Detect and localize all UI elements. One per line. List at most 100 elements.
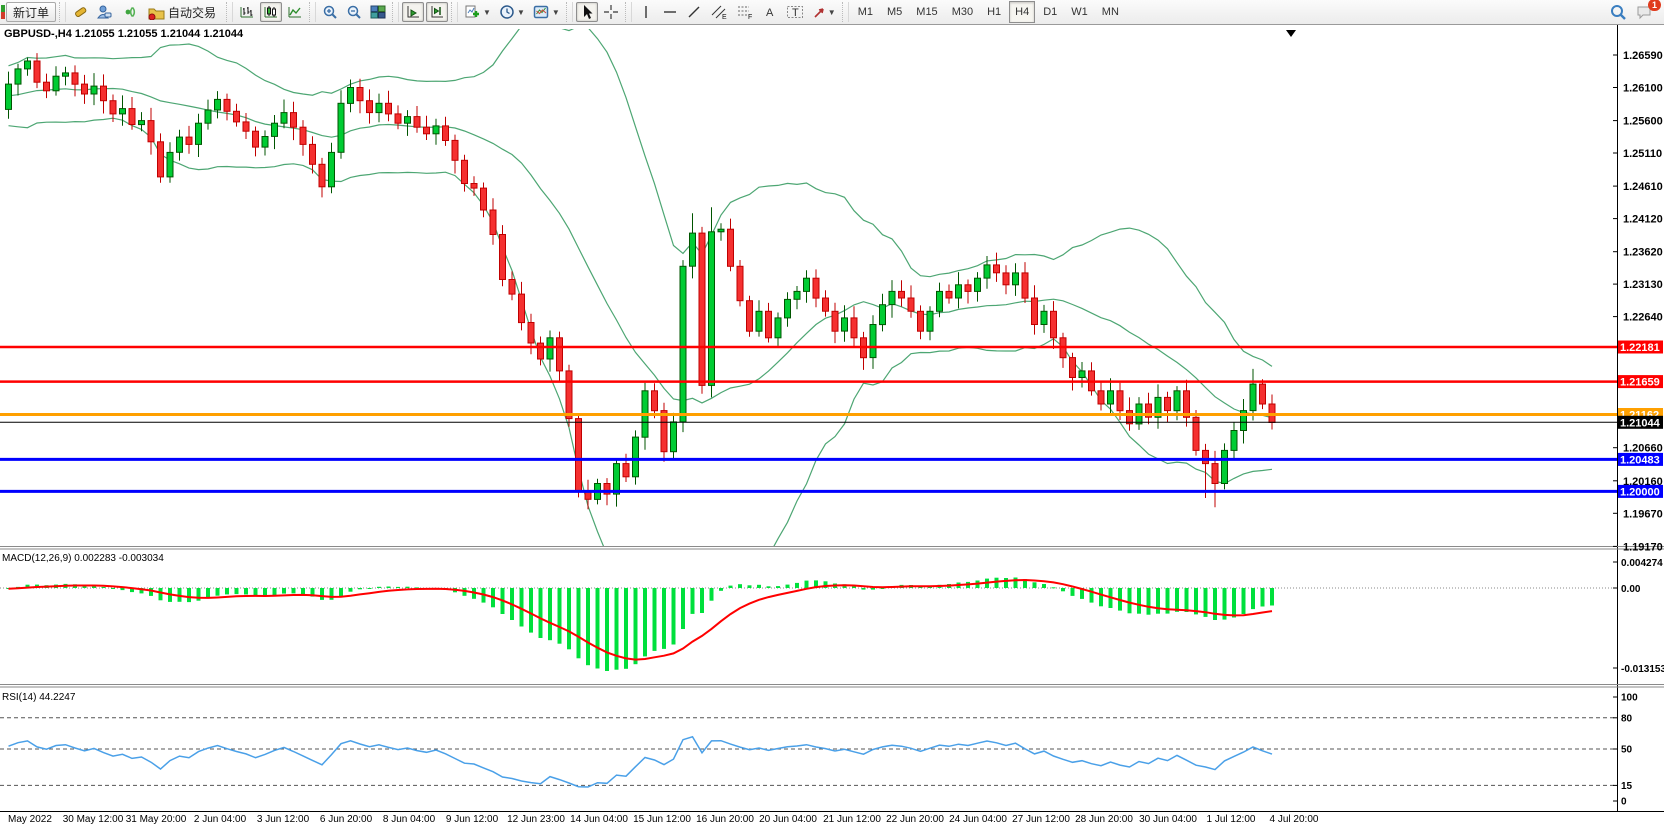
rsi-tick-label: 50 [1621,745,1633,756]
price-tick-label: 1.26590 [1623,50,1663,62]
macd-bar [615,588,619,670]
candle-body [557,338,563,371]
macd-bar [1061,588,1065,591]
tab-timeframe-mn[interactable]: MN [1096,1,1125,23]
candle-body [148,121,154,142]
chart-shift-button[interactable] [426,2,448,22]
zoom-out-button[interactable] [343,2,365,22]
tab-timeframe-m5[interactable]: M5 [881,1,908,23]
templates-button[interactable]: ▼ [530,2,563,22]
tab-timeframe-w1[interactable]: W1 [1065,1,1094,23]
candle-body [395,114,401,123]
macd-bar [263,588,267,596]
candle-body [889,291,895,304]
candle-body [528,323,534,344]
window-edge-glyph [1,5,5,19]
time-tick-label: 15 Jun 12:00 [633,814,691,825]
candle-body [1051,311,1057,338]
price-tick-label: 1.24120 [1623,214,1663,226]
macd-bar [225,588,229,594]
time-axis[interactable]: May 202230 May 12:0031 May 20:002 Jun 04… [8,814,1319,825]
candle-body [709,232,715,386]
candle-body [329,152,335,186]
notifications-button[interactable]: 1 [1632,2,1656,22]
dropdown-caret: ▼ [483,8,491,17]
separator [451,2,458,22]
chart-shift-marker[interactable] [1286,30,1296,37]
candlestick-chart-icon [263,4,279,20]
text-label-icon: T [786,4,804,20]
add-indicator-button[interactable]: ▼ [461,2,494,22]
macd-bar [1232,588,1236,618]
chart-line-button[interactable] [284,2,306,22]
macd-bar [102,587,106,588]
equidistant-channel-button[interactable]: E [707,2,731,22]
chart-candles-button[interactable] [260,2,282,22]
tab-timeframe-m15[interactable]: M15 [910,1,943,23]
tab-timeframe-h1[interactable]: H1 [981,1,1007,23]
price-axis: 1.265901.261001.256001.251101.246101.241… [1613,50,1663,553]
metaeditor-button[interactable] [69,2,91,22]
macd-bar [301,588,305,594]
svg-text:A: A [766,7,774,19]
candle-body [234,111,240,122]
macd-bar [159,588,163,600]
cursor-button[interactable] [576,2,598,22]
autotrading-label: 自动交易 [168,4,216,21]
time-tick-label: 28 Jun 20:00 [1075,814,1133,825]
vertical-line-button[interactable] [635,2,657,22]
chart-bars-button[interactable] [236,2,258,22]
candle-body [110,101,116,114]
macd-bar [1099,588,1103,606]
arrows-button[interactable]: ▼ [809,2,839,22]
macd-bar [1090,588,1094,603]
auto-scroll-button[interactable] [402,2,424,22]
text-button[interactable]: A [759,2,781,22]
fibonacci-button[interactable]: F [733,2,757,22]
horizontal-line-button[interactable] [659,2,681,22]
macd-bar [368,588,372,589]
signals-button[interactable] [117,2,139,22]
tile-windows-button[interactable] [367,2,389,22]
macd-bar [795,583,799,588]
time-tick-label: 30 Jun 04:00 [1139,814,1197,825]
search-button[interactable] [1606,2,1630,22]
cursor-icon [580,4,594,20]
candle-body [633,437,639,477]
community-button[interactable] [93,2,115,22]
tab-timeframe-h4[interactable]: H4 [1009,1,1035,23]
macd-bar [681,588,685,629]
tab-timeframe-m1[interactable]: M1 [852,1,879,23]
autotrading-button[interactable]: 自动交易 [141,2,223,22]
svg-text:E: E [722,14,727,20]
candle-body [291,113,297,128]
tab-timeframe-d1[interactable]: D1 [1037,1,1063,23]
candle-body [1222,450,1228,483]
candle-body [177,137,183,152]
zoom-in-button[interactable] [319,2,341,22]
svg-text:T: T [792,7,799,19]
periods-button[interactable]: ▼ [496,2,528,22]
macd-bar [539,588,543,638]
macd-bar [596,588,600,669]
candle-body [310,144,316,164]
price-chart-canvas[interactable]: 1.265901.261001.256001.251101.246101.241… [0,25,1664,832]
channel-icon: E [710,4,728,20]
macd-bar [1242,588,1246,614]
candle-body [994,265,1000,273]
candle-body [737,266,743,300]
candle-body [82,84,88,94]
candle-body [319,164,325,187]
price-tick-label: 1.23130 [1623,279,1663,291]
candle-body [376,103,382,112]
text-label-button[interactable]: T [783,2,807,22]
rsi-tick-label: 80 [1621,713,1633,724]
trendline-button[interactable] [683,2,705,22]
macd-bar [349,588,353,592]
candle-body [452,140,458,160]
price-badge-label: 1.21044 [1620,417,1661,429]
crosshair-button[interactable] [600,2,622,22]
tab-timeframe-m30[interactable]: M30 [946,1,979,23]
bollinger-bands-layer [9,25,1273,578]
new-order-button[interactable]: 新订单 [6,2,56,22]
